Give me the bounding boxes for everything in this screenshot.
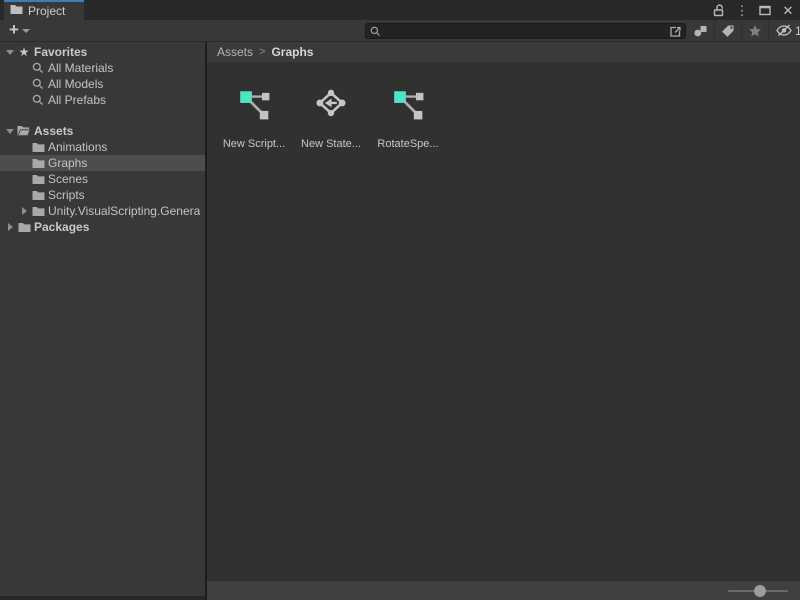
tab-label: Project [28, 4, 65, 18]
sidebar-item-scenes[interactable]: Scenes [0, 171, 205, 187]
state-graph-icon [313, 86, 349, 122]
chevron-right-icon[interactable] [4, 223, 16, 231]
sidebar-item-assets[interactable]: Assets [0, 123, 205, 139]
slider-thumb[interactable] [754, 585, 766, 597]
sidebar-item-scripts[interactable]: Scripts [0, 187, 205, 203]
folder-icon [16, 222, 32, 233]
folder-icon [10, 2, 23, 20]
filter-by-label-button[interactable] [714, 20, 741, 41]
sidebar-item-favorites[interactable]: ★ Favorites [0, 44, 205, 60]
asset-label: New Script... [223, 138, 285, 150]
plus-icon: + [9, 21, 19, 38]
chevron-down-icon[interactable] [4, 50, 16, 55]
star-icon [748, 24, 762, 38]
status-bar [207, 580, 800, 600]
filter-by-type-button[interactable] [687, 20, 714, 41]
asset-grid: New Script... New State... [207, 62, 800, 580]
breadcrumb: Assets > Graphs [207, 42, 800, 62]
asset-item-new-state[interactable]: New State... [294, 86, 368, 150]
thumbnail-zoom-slider[interactable] [728, 590, 788, 592]
tag-icon [721, 24, 735, 38]
sidebar-item-all-prefabs[interactable]: All Prefabs [0, 92, 205, 108]
script-graph-icon [236, 86, 272, 122]
close-icon[interactable]: ✕ [780, 2, 796, 18]
folder-icon [30, 158, 46, 169]
search-icon [30, 78, 46, 90]
search-icon [370, 26, 381, 37]
tab-bar: Project ⋮ ✕ [0, 0, 800, 20]
folder-open-icon [16, 125, 32, 137]
project-window: Project ⋮ ✕ + [0, 0, 800, 600]
asset-browser-panel: Assets > Graphs New Script... [207, 42, 800, 600]
sidebar-item-unity-visualscripting-generated[interactable]: Unity.VisualScripting.Genera [0, 203, 205, 219]
folder-icon [30, 142, 46, 153]
folder-icon [30, 190, 46, 201]
search-icon [30, 94, 46, 106]
menu-kebab-icon[interactable]: ⋮ [734, 2, 750, 18]
eye-slash-icon [775, 24, 793, 37]
maximize-icon[interactable] [757, 2, 773, 18]
chevron-down-icon[interactable] [4, 129, 16, 134]
asset-item-new-script[interactable]: New Script... [217, 86, 291, 150]
hidden-count: 11 [795, 24, 800, 38]
script-graph-icon [390, 86, 426, 122]
asset-label: RotateSpe... [377, 138, 438, 150]
breadcrumb-separator: > [259, 46, 265, 58]
project-toolbar: + [0, 20, 800, 42]
search-field[interactable] [365, 23, 686, 39]
sidebar-item-animations[interactable]: Animations [0, 139, 205, 155]
create-asset-button[interactable]: + [6, 20, 33, 41]
folder-icon [30, 206, 46, 217]
search-icon [30, 62, 46, 74]
asset-item-rotatespeed[interactable]: RotateSpe... [371, 86, 445, 150]
sidebar-item-all-models[interactable]: All Models [0, 76, 205, 92]
breadcrumb-assets[interactable]: Assets [217, 45, 253, 59]
chevron-down-icon [22, 29, 30, 33]
chevron-right-icon[interactable] [18, 207, 30, 215]
hidden-packages-toggle[interactable]: 11 [768, 20, 800, 41]
open-in-search-icon[interactable] [665, 24, 685, 38]
sidebar-item-packages[interactable]: Packages [0, 219, 205, 235]
tree-spacer [0, 108, 205, 123]
tab-project[interactable]: Project [4, 0, 84, 20]
sidebar-item-graphs[interactable]: Graphs [0, 155, 205, 171]
sidebar-item-all-materials[interactable]: All Materials [0, 60, 205, 76]
unlock-icon[interactable] [711, 2, 727, 18]
type-filter-icon [693, 24, 708, 38]
folder-icon [30, 174, 46, 185]
search-input[interactable] [385, 24, 665, 38]
star-icon: ★ [16, 46, 32, 58]
breadcrumb-graphs[interactable]: Graphs [271, 45, 313, 59]
asset-label: New State... [301, 138, 361, 150]
project-folders-panel: ★ Favorites All Materials All Models Al [0, 42, 205, 598]
favorites-filter-button[interactable] [741, 20, 768, 41]
